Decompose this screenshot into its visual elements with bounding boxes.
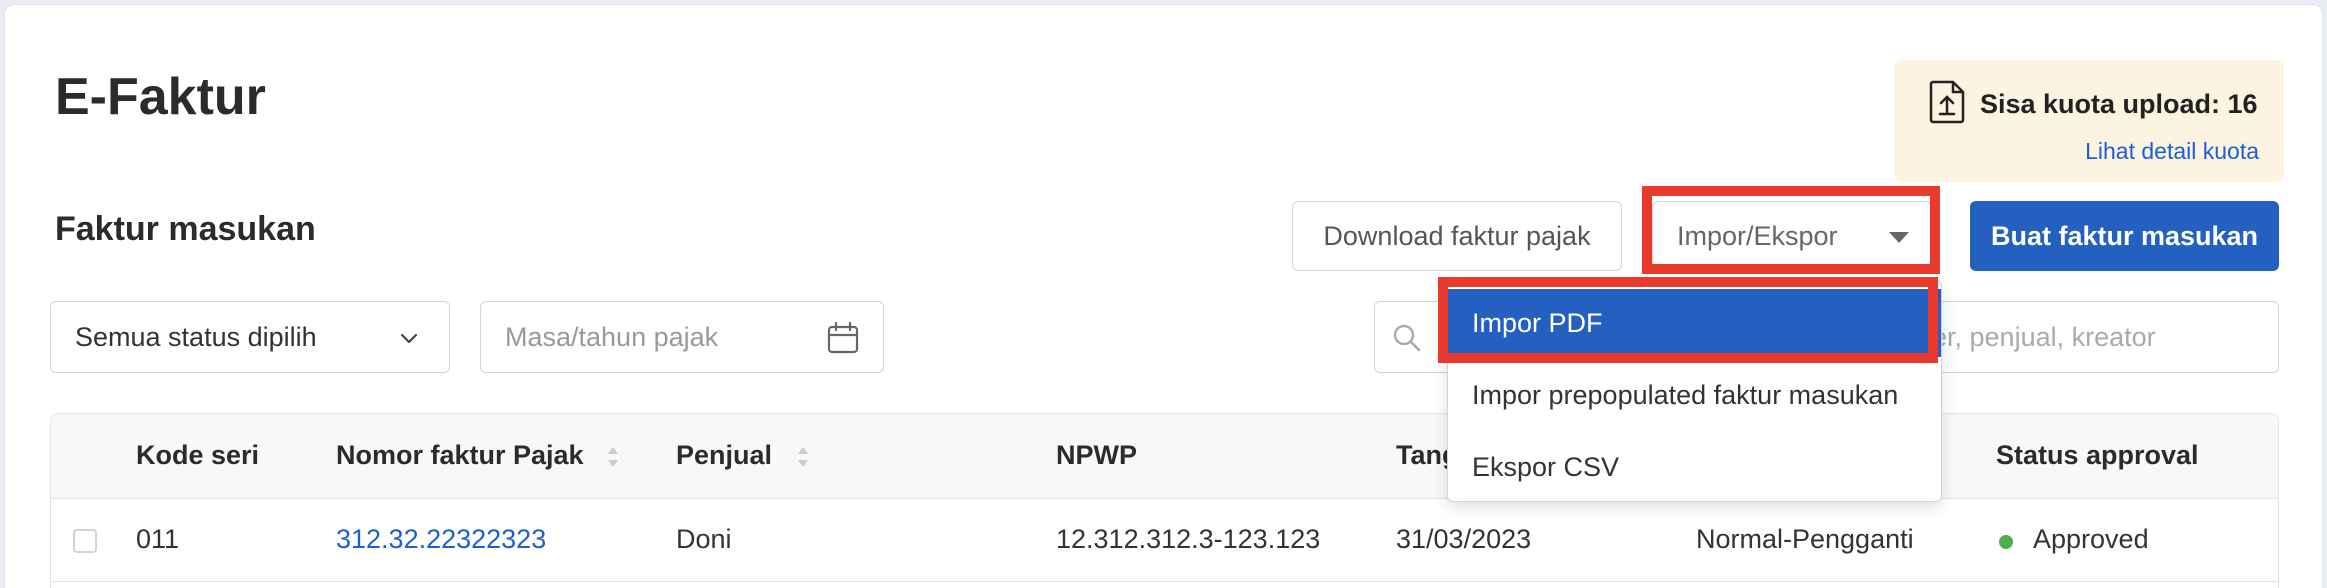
calendar-icon xyxy=(827,321,859,354)
sort-icon[interactable] xyxy=(796,442,810,472)
search-icon xyxy=(1393,324,1421,352)
status-filter-value: Semua status dipilih xyxy=(75,321,317,352)
header-penjual[interactable]: Penjual xyxy=(676,440,772,471)
highlight-impor-pdf xyxy=(1438,277,1938,363)
menu-item-impor-prepopulated[interactable]: Impor prepopulated faktur masukan xyxy=(1448,361,1941,429)
quota-banner: Sisa kuota upload: 16 Lihat detail kuota xyxy=(1894,60,2284,182)
cell-penjual: Doni xyxy=(676,524,732,554)
status-dot-icon xyxy=(1999,535,2013,549)
header-kode-seri: Kode seri xyxy=(136,440,260,470)
section-title: Faktur masukan xyxy=(55,210,316,248)
quota-detail-link[interactable]: Lihat detail kuota xyxy=(2085,138,2259,165)
cell-jenis-faktur: Normal-Pengganti xyxy=(1696,524,1914,554)
table-header: Kode seri Nomor faktur Pajak Penjual NPW… xyxy=(51,414,2278,499)
quota-text: Sisa kuota upload: 16 xyxy=(1980,89,2258,119)
header-npwp: NPWP xyxy=(1056,440,1137,470)
header-nomor-faktur[interactable]: Nomor faktur Pajak xyxy=(336,440,584,471)
status-badge: Approved xyxy=(2033,524,2149,554)
highlight-impor-ekspor xyxy=(1642,186,1940,274)
cell-tanggal: 31/03/2023 xyxy=(1396,524,1532,554)
create-faktur-button[interactable]: Buat faktur masukan xyxy=(1970,201,2279,271)
masa-pajak-input[interactable]: Masa/tahun pajak xyxy=(480,301,884,373)
header-status-approval: Status approval xyxy=(1996,440,2199,470)
faktur-table: Kode seri Nomor faktur Pajak Penjual NPW… xyxy=(50,413,2279,588)
download-faktur-button[interactable]: Download faktur pajak xyxy=(1292,201,1622,271)
menu-item-ekspor-csv[interactable]: Ekspor CSV xyxy=(1448,433,1941,501)
masa-pajak-placeholder: Masa/tahun pajak xyxy=(505,321,719,352)
row-checkbox[interactable] xyxy=(73,529,97,553)
search-placeholder: lier, penjual, kreator xyxy=(1920,322,2156,352)
cell-npwp: 12.312.312.3-123.123 xyxy=(1056,524,1321,554)
status-filter[interactable]: Semua status dipilih xyxy=(50,301,450,373)
page-title: E-Faktur xyxy=(55,68,266,126)
sort-icon[interactable] xyxy=(606,442,620,472)
cell-nomor-faktur-link[interactable]: 312.32.22322323 xyxy=(336,524,546,555)
chevron-down-icon xyxy=(400,333,418,344)
cell-kode-seri: 011 xyxy=(136,524,180,554)
table-row[interactable]: 011 312.32.22322323 Doni 12.312.312.3-12… xyxy=(51,499,2278,582)
upload-file-icon xyxy=(1929,80,1965,124)
